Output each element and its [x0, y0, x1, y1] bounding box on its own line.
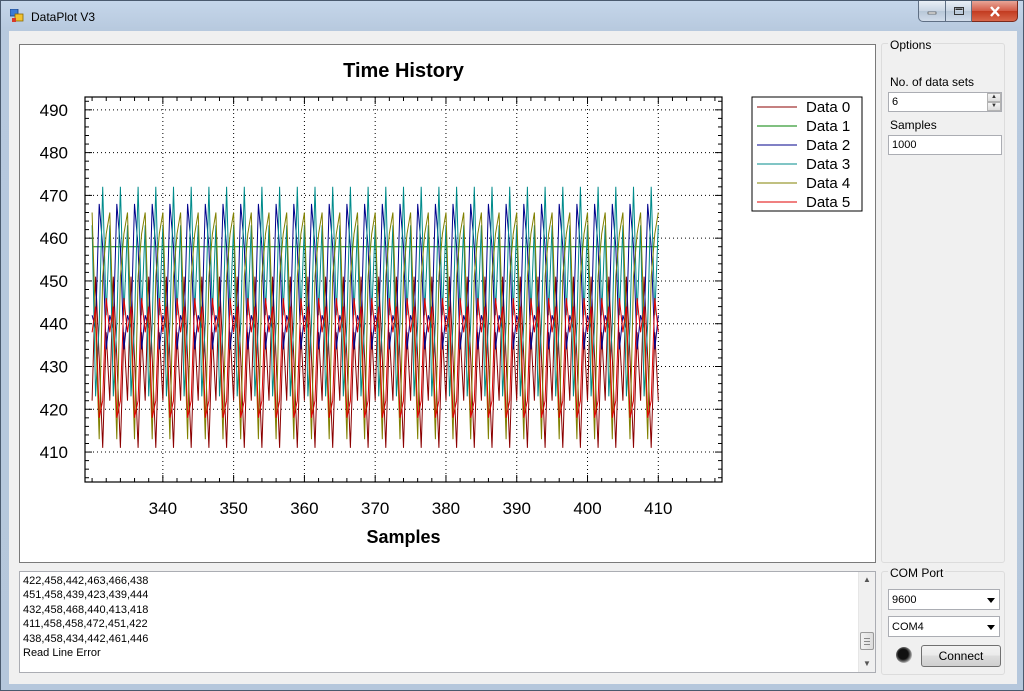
com-port-value: COM4	[892, 621, 924, 633]
y-tick-label: 450	[40, 272, 68, 291]
x-tick-label: 380	[432, 499, 460, 518]
chart-canvas: Time History Samples 340 350 360 370 380 390 400…	[40, 60, 863, 547]
y-tick-label: 410	[40, 443, 68, 462]
com-port-group: COM Port 9600 COM4 Connect	[881, 566, 1005, 675]
log-lines: 422,458,442,463,466,438 451,458,439,423,…	[23, 574, 148, 660]
samples-input[interactable]: 1000	[888, 135, 1002, 155]
log-line: 451,458,439,423,439,444	[23, 589, 149, 602]
spin-up-button[interactable]: ▲	[987, 93, 1001, 102]
app-window: DataPlot V3 Time History Samples 340 350 360…	[0, 0, 1024, 691]
log-scrollbar[interactable]: ▲ ▼	[858, 572, 875, 672]
window-title: DataPlot V3	[31, 10, 96, 24]
spin-down-button[interactable]: ▼	[987, 102, 1001, 111]
legend-entry: Data 5	[806, 194, 850, 211]
chevron-down-icon	[987, 598, 995, 603]
title-bar[interactable]: DataPlot V3	[1, 1, 1023, 31]
y-tick-label: 440	[40, 315, 68, 334]
close-icon	[989, 5, 1000, 17]
datasets-value[interactable]: 6	[892, 96, 898, 108]
chart-title: Time History	[343, 60, 465, 82]
log-line: 438,458,434,442,461,446	[23, 632, 149, 645]
x-tick-label: 350	[219, 499, 247, 518]
minimize-icon	[927, 11, 937, 15]
legend-entry: Data 1	[806, 118, 850, 135]
legend-entry: Data 2	[806, 137, 850, 154]
scroll-thumb[interactable]	[860, 632, 874, 650]
y-tick-label: 480	[40, 144, 68, 163]
maximize-button[interactable]	[945, 1, 972, 22]
series-group	[91, 186, 659, 448]
y-tick-label: 420	[40, 400, 68, 419]
legend-entry: Data 3	[806, 156, 850, 173]
y-tick-label: 430	[40, 358, 68, 377]
client-area: Time History Samples 340 350 360 370 380 390 400…	[9, 31, 1017, 684]
x-tick-label: 370	[361, 499, 389, 518]
x-tick-label: 400	[573, 499, 601, 518]
app-icon	[10, 9, 24, 22]
com-port-title: COM Port	[888, 566, 946, 580]
baud-rate-select[interactable]: 9600	[888, 589, 1000, 610]
log-line: 422,458,442,463,466,438	[23, 575, 149, 587]
options-group-title: Options	[888, 38, 934, 52]
legend-entry: Data 0	[806, 99, 850, 116]
com-port-select[interactable]: COM4	[888, 616, 1000, 637]
datasets-label: No. of data sets	[890, 75, 975, 89]
x-axis-label: Samples	[366, 527, 440, 547]
options-group: Options No. of data sets 6 ▲ ▼ Samples 1…	[881, 38, 1005, 563]
scroll-down-arrow-icon[interactable]: ▼	[859, 656, 875, 672]
connect-button[interactable]: Connect	[921, 645, 1001, 667]
log-line: 411,458,458,472,451,422	[23, 618, 148, 631]
log-line: 432,458,468,440,413,418	[23, 603, 149, 616]
y-tick-label: 470	[40, 186, 68, 205]
baud-rate-value: 9600	[892, 594, 917, 606]
maximize-icon	[953, 7, 964, 15]
x-tick-label: 340	[149, 499, 177, 518]
time-history-chart: Time History Samples 340 350 360 370 380 390 400…	[19, 44, 876, 563]
connection-status-led-icon	[896, 647, 912, 663]
datasets-spinner[interactable]: 6 ▲ ▼	[888, 92, 1002, 112]
x-tick-label: 410	[644, 499, 672, 518]
minimize-button[interactable]	[918, 1, 945, 22]
close-button[interactable]	[972, 1, 1018, 22]
y-tick-label: 460	[40, 229, 68, 248]
serial-log-textbox[interactable]: 422,458,442,463,466,438 451,458,439,423,…	[19, 571, 876, 673]
legend-entry: Data 4	[806, 175, 850, 192]
log-line: Read Line Error	[23, 647, 101, 660]
chevron-down-icon	[987, 625, 995, 630]
samples-label: Samples	[890, 118, 937, 132]
scroll-up-arrow-icon[interactable]: ▲	[859, 572, 875, 588]
x-tick-label: 360	[290, 499, 318, 518]
y-tick-label: 490	[40, 101, 68, 120]
x-tick-label: 390	[503, 499, 531, 518]
